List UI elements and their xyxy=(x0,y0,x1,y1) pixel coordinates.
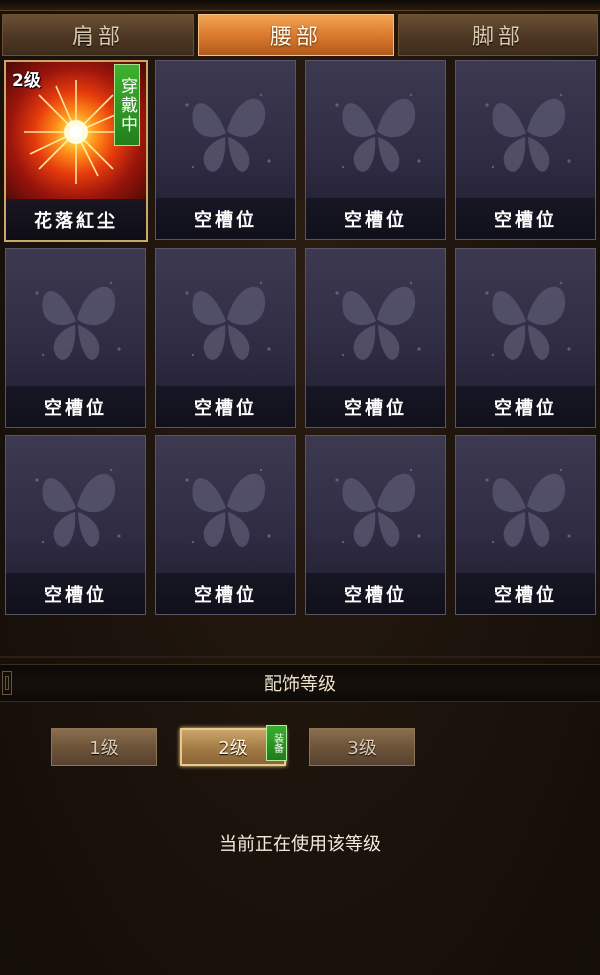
butterfly-icon xyxy=(6,249,145,386)
slot-empty[interactable]: 空槽位 xyxy=(455,60,596,240)
butterfly-icon xyxy=(306,249,445,386)
tab-bar: 肩部 腰部 脚部 xyxy=(0,14,600,58)
butterfly-icon xyxy=(156,249,295,386)
butterfly-icon xyxy=(6,436,145,573)
divider xyxy=(0,656,600,658)
butterfly-icon xyxy=(306,436,445,573)
slot-label: 空槽位 xyxy=(456,386,595,427)
slot-empty[interactable]: 空槽位 xyxy=(455,248,596,428)
butterfly-icon xyxy=(456,436,595,573)
slot-empty[interactable]: 空槽位 xyxy=(305,435,446,615)
level-status-text: 当前正在使用该等级 xyxy=(219,834,381,855)
level-section-header: 配饰等级 xyxy=(0,664,600,702)
slot-level-tag: 2级 xyxy=(12,71,41,91)
slot-grid: 2级 穿戴中 花落紅尘 空槽位 空槽位 空槽位 空槽位 空槽位 空槽位 空槽位 … xyxy=(4,60,598,616)
tab-waist[interactable]: 腰部 xyxy=(198,14,394,56)
slot-label: 空槽位 xyxy=(156,386,295,427)
section-title: 配饰等级 xyxy=(264,674,336,695)
slot-empty[interactable]: 空槽位 xyxy=(155,435,296,615)
slot-empty[interactable]: 空槽位 xyxy=(5,248,146,428)
slot-label: 空槽位 xyxy=(156,573,295,614)
slot-label: 空槽位 xyxy=(456,573,595,614)
tab-foot[interactable]: 脚部 xyxy=(398,14,598,56)
accessory-panel: 肩部 腰部 脚部 2级 穿戴中 花落紅尘 空槽位 空槽位 空槽位 空槽位 空槽位… xyxy=(0,0,600,975)
slot-label: 空槽位 xyxy=(306,386,445,427)
slot-empty[interactable]: 空槽位 xyxy=(305,60,446,240)
level-3-button[interactable]: 3级 xyxy=(309,728,415,766)
equip-badge: 装备 xyxy=(266,725,287,761)
slot-empty[interactable]: 空槽位 xyxy=(305,248,446,428)
slot-label: 空槽位 xyxy=(456,198,595,239)
top-border xyxy=(0,0,600,11)
slot-empty[interactable]: 空槽位 xyxy=(455,435,596,615)
level-1-button[interactable]: 1级 xyxy=(51,728,157,766)
slot-label: 花落紅尘 xyxy=(6,199,146,240)
slot-label: 空槽位 xyxy=(306,198,445,239)
butterfly-icon xyxy=(156,61,295,198)
slot-empty[interactable]: 空槽位 xyxy=(155,60,296,240)
wearing-badge: 穿戴中 xyxy=(114,64,140,146)
slot-label: 空槽位 xyxy=(306,573,445,614)
slot-label: 空槽位 xyxy=(156,198,295,239)
slot-empty[interactable]: 空槽位 xyxy=(5,435,146,615)
butterfly-icon xyxy=(456,61,595,198)
tab-shoulder[interactable]: 肩部 xyxy=(2,14,194,56)
slot-empty[interactable]: 空槽位 xyxy=(155,248,296,428)
butterfly-icon xyxy=(456,249,595,386)
butterfly-icon xyxy=(306,61,445,198)
slot-equipped[interactable]: 2级 穿戴中 花落紅尘 xyxy=(4,60,148,242)
butterfly-icon xyxy=(156,436,295,573)
slot-label: 空槽位 xyxy=(6,386,145,427)
slot-label: 空槽位 xyxy=(6,573,145,614)
